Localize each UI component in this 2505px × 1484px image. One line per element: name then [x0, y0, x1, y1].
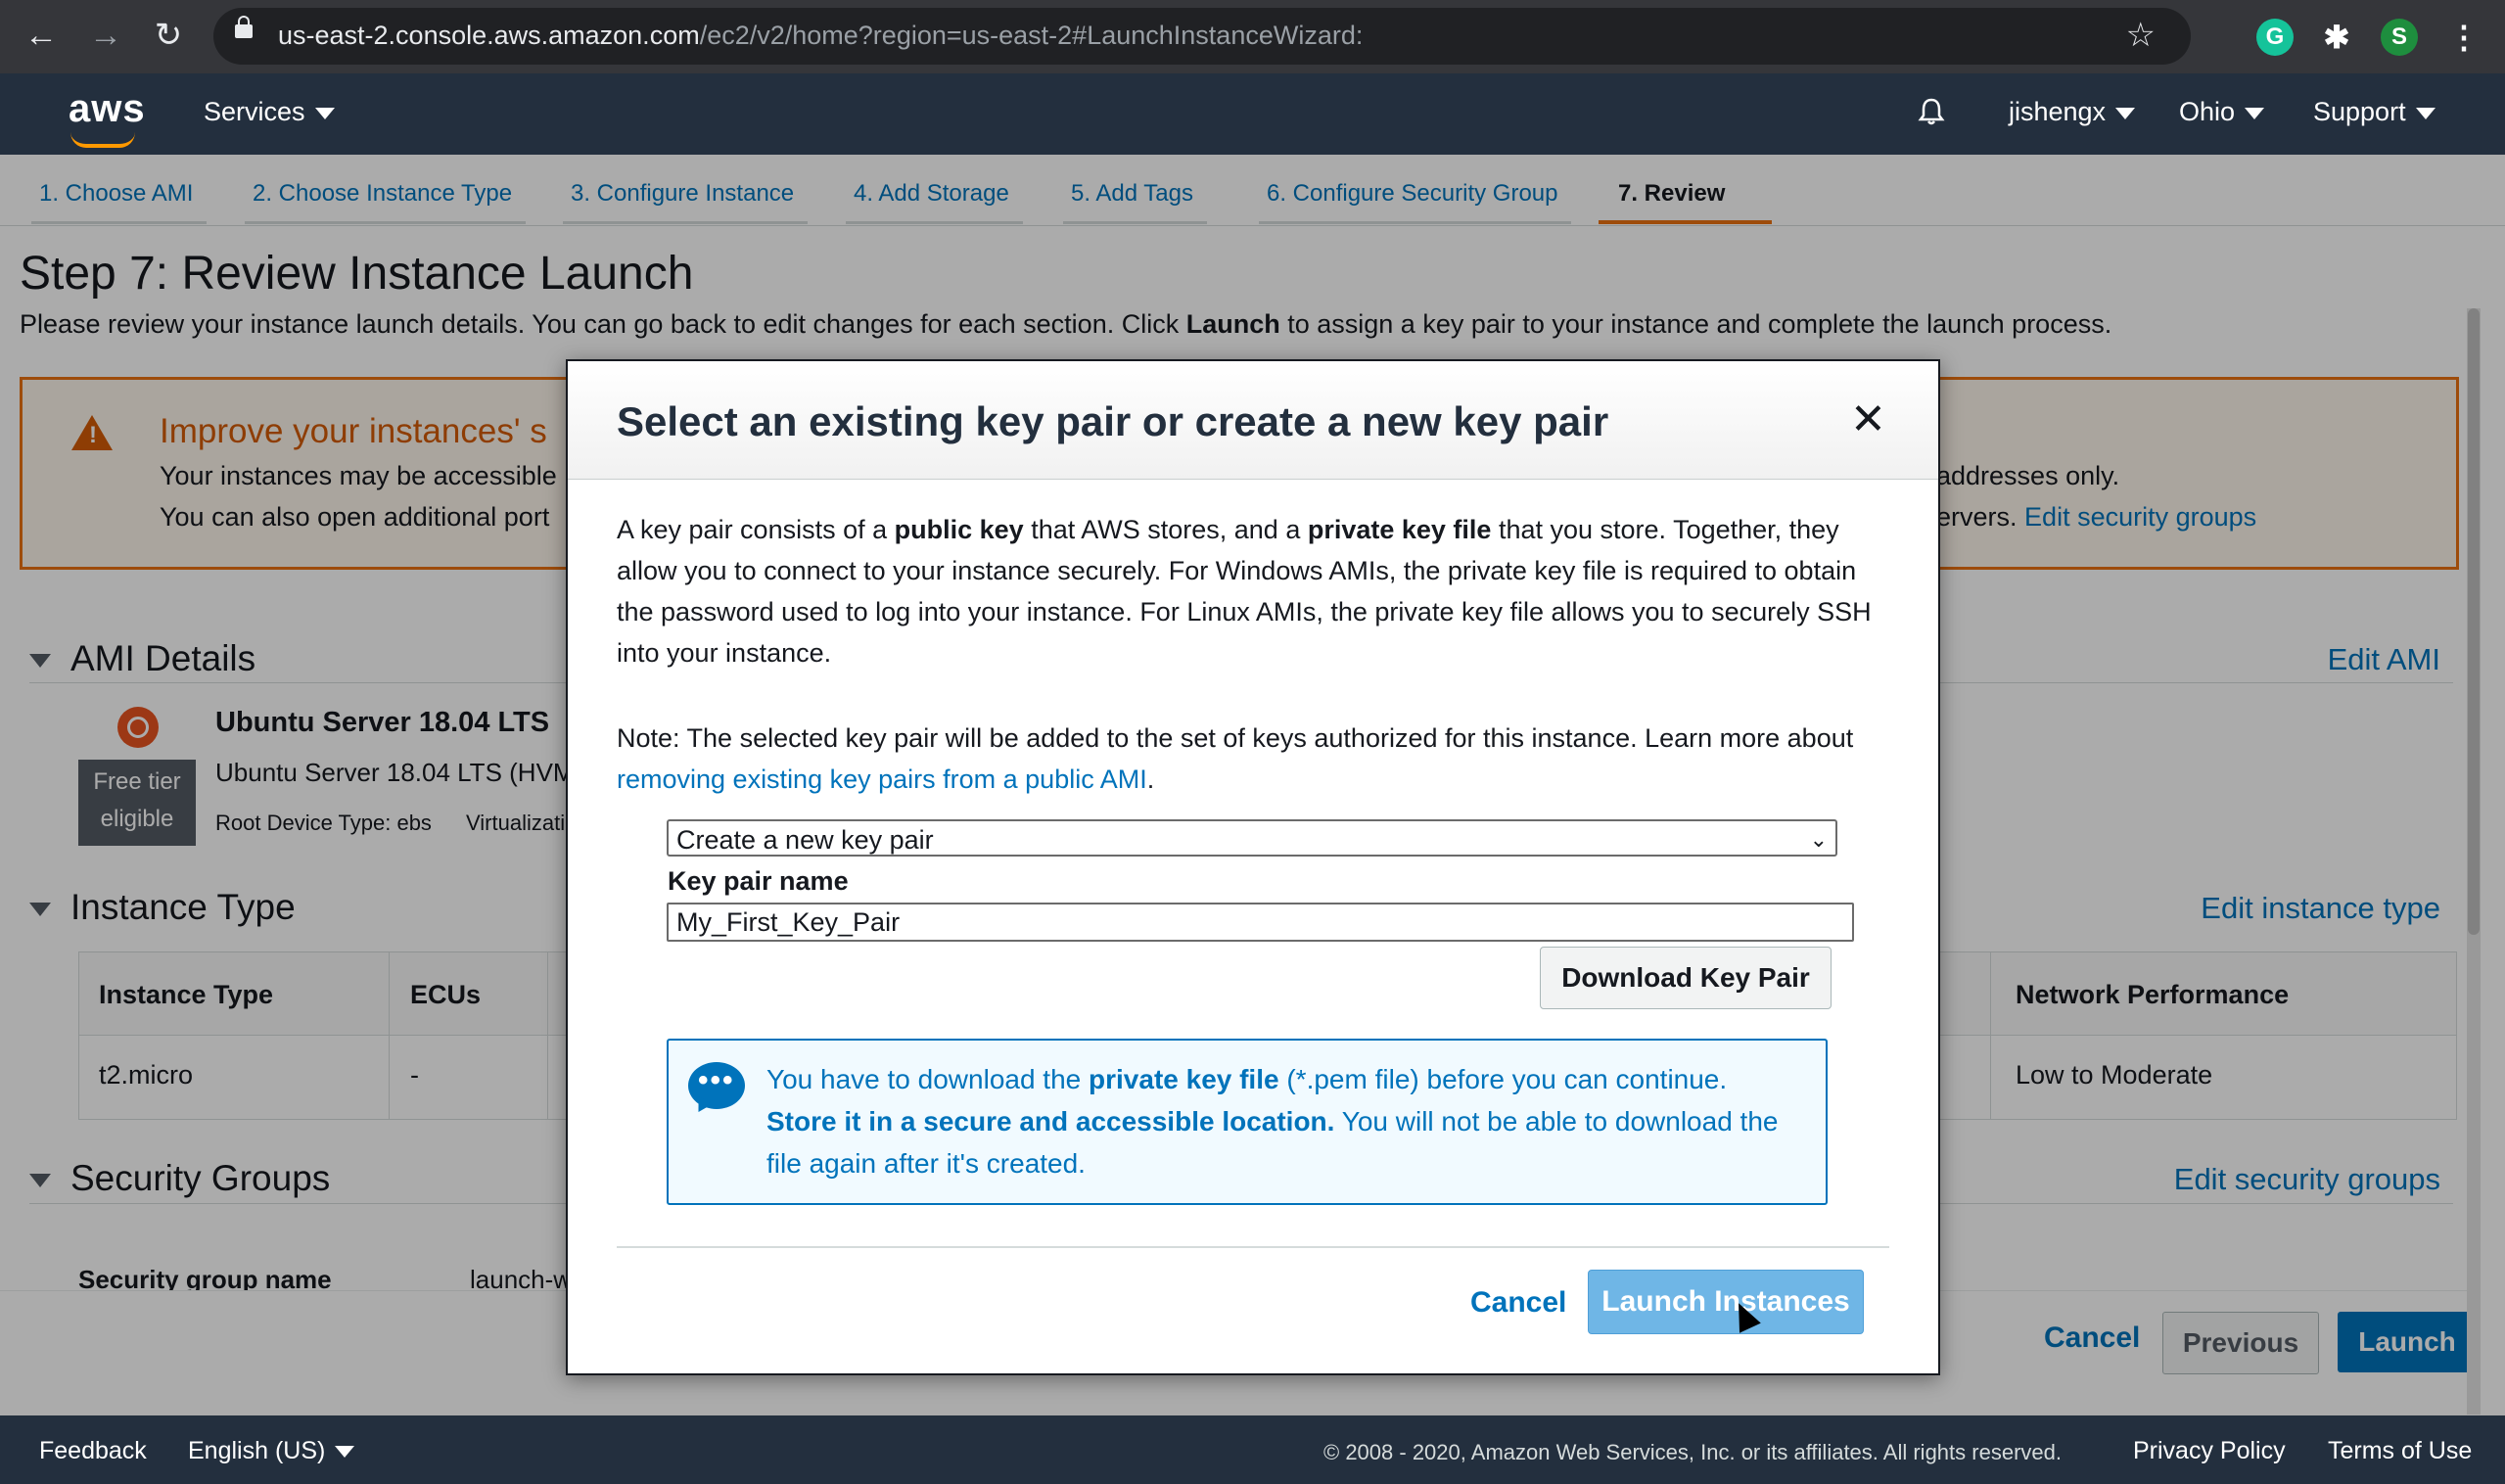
select-value: Create a new key pair [676, 825, 934, 855]
support-menu[interactable]: Support [2313, 97, 2435, 127]
region-menu[interactable]: Ohio [2179, 97, 2265, 127]
dialog-title: Select an existing key pair or create a … [617, 398, 1609, 444]
aws-smile-icon [70, 132, 135, 148]
region-label: Ohio [2179, 97, 2236, 126]
aws-logo[interactable]: aws [69, 87, 146, 148]
info-text: You have to download the private key fil… [766, 1058, 1804, 1184]
key-pair-dialog: Select an existing key pair or create a … [566, 359, 1940, 1375]
caret-down-icon [2115, 107, 2136, 119]
forward-arrow-icon[interactable]: → [84, 14, 127, 57]
info-text-1: You have to download the [766, 1064, 1090, 1094]
dialog-header: Select an existing key pair or create a … [568, 361, 1938, 480]
info-bold-2: Store it in a secure and accessible loca… [766, 1106, 1335, 1136]
language-selector[interactable]: English (US) [188, 1437, 355, 1465]
feedback-link[interactable]: Feedback [39, 1437, 147, 1465]
aws-logo-text: aws [69, 87, 146, 130]
dialog-note: Note: The selected key pair will be adde… [617, 718, 1889, 800]
launch-instances-button[interactable]: Launch Instances [1588, 1270, 1864, 1334]
url-host: us-east-2.console.aws.amazon.com [278, 21, 700, 50]
reload-icon[interactable]: ↻ [147, 14, 190, 57]
bookmark-star-icon[interactable]: ☆ [2126, 16, 2156, 55]
chevron-down-icon: ⌄ [1809, 827, 1828, 852]
note-text-end: . [1146, 765, 1155, 794]
url-text[interactable]: us-east-2.console.aws.amazon.com/ec2/v2/… [278, 21, 1363, 51]
services-label: Services [204, 97, 305, 126]
removing-key-pairs-link[interactable]: removing existing key pairs from a publi… [617, 765, 1147, 794]
privacy-policy-link[interactable]: Privacy Policy [2133, 1437, 2286, 1465]
url-path: /ec2/v2/home?region=us-east-2#LaunchInst… [699, 21, 1364, 50]
feedback-label: Feedback [39, 1437, 147, 1464]
key-pair-name-label: Key pair name [668, 866, 849, 896]
terms-of-use-link[interactable]: Terms of Use [2328, 1437, 2472, 1465]
console-footer: Feedback English (US) © 2008 - 2020, Ama… [0, 1415, 2505, 1484]
key-pair-option-select[interactable]: Create a new key pair ⌄ [667, 819, 1837, 857]
info-text-2: (*.pem file) before you can continue. [1278, 1064, 1728, 1094]
extensions-puzzle-icon[interactable]: ✱ [2318, 19, 2355, 56]
close-icon[interactable]: ✕ [1850, 398, 1886, 441]
back-arrow-icon[interactable]: ← [20, 14, 63, 57]
desc-bold-public-key: public key [894, 515, 1024, 544]
user-label: jishengx [2009, 97, 2107, 126]
dialog-cancel-button[interactable]: Cancel [1470, 1286, 1566, 1320]
grammarly-extension-icon[interactable]: G [2256, 19, 2294, 56]
notifications-bell-icon[interactable] [1917, 97, 1946, 126]
caret-down-icon [314, 107, 335, 119]
download-info-alert: ••• You have to download the private key… [667, 1039, 1828, 1205]
lock-icon [235, 16, 253, 38]
caret-down-icon [2245, 107, 2265, 119]
desc-text-2: that AWS stores, and a [1023, 515, 1308, 544]
chat-bubble-info-icon: ••• [688, 1062, 745, 1109]
download-key-pair-button[interactable]: Download Key Pair [1540, 947, 1832, 1009]
caret-down-icon [335, 1446, 355, 1459]
browser-menu-icon[interactable]: ⋮ [2445, 19, 2482, 56]
desc-bold-private-key-file: private key file [1307, 515, 1492, 544]
language-label: English (US) [188, 1437, 326, 1464]
note-text: Note: The selected key pair will be adde… [617, 723, 1854, 753]
desc-text-1: A key pair consists of a [617, 515, 895, 544]
support-label: Support [2313, 97, 2406, 126]
caret-down-icon [2415, 107, 2435, 119]
browser-toolbar: ← → ↻ us-east-2.console.aws.amazon.com/e… [0, 0, 2505, 73]
services-menu[interactable]: Services [204, 97, 335, 127]
address-bar[interactable]: us-east-2.console.aws.amazon.com/ec2/v2/… [213, 8, 2191, 65]
copyright-text: © 2008 - 2020, Amazon Web Services, Inc.… [1323, 1440, 2062, 1464]
dialog-divider [617, 1246, 1889, 1248]
dialog-description: A key pair consists of a public key that… [617, 509, 1889, 673]
profile-avatar[interactable]: S [2381, 19, 2418, 56]
user-menu[interactable]: jishengx [2009, 97, 2136, 127]
key-pair-name-input[interactable] [667, 903, 1854, 942]
info-bold-1: private key file [1089, 1064, 1279, 1094]
aws-top-nav: aws Services jishengx Ohio Support [0, 73, 2505, 155]
